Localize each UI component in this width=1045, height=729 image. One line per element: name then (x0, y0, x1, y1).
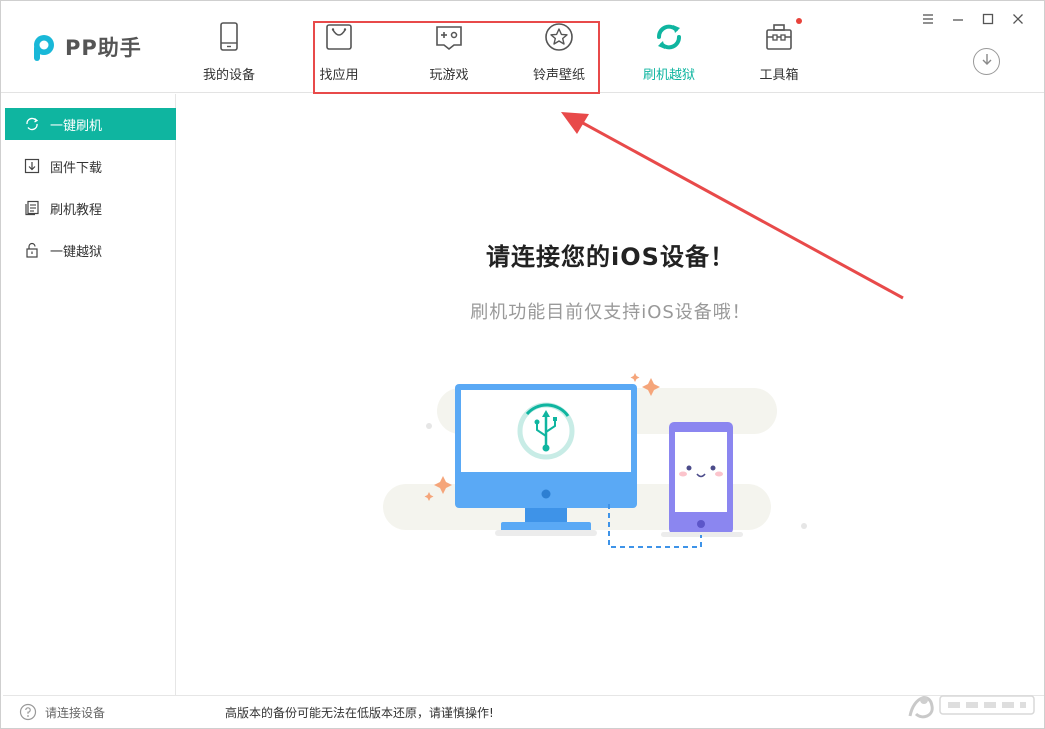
nav-ringtones-wallpapers[interactable]: 铃声壁纸 (514, 21, 604, 85)
nav-find-apps[interactable]: 找应用 (294, 21, 384, 85)
app-title: PP助手 (65, 32, 142, 62)
toolbox-icon (763, 21, 795, 53)
gamepad-icon (433, 21, 465, 53)
connect-device-illustration (377, 364, 827, 554)
page-subtitle: 刷机功能目前仅支持iOS设备哦！ (177, 298, 1044, 324)
status-bar: 请连接设备 高版本的备份可能无法在低版本还原，请谨慎操作! (3, 695, 1044, 728)
download-icon (23, 157, 41, 175)
page-title: 请连接您的iOS设备！ (177, 237, 1044, 272)
app-window: PP助手 我的设备 找应用 玩游戏 铃声 (0, 0, 1045, 729)
menu-icon[interactable] (920, 11, 936, 27)
unlock-icon (23, 241, 41, 259)
sidebar-item-label: 一键越狱 (50, 241, 102, 260)
document-icon (23, 199, 41, 217)
nav-label: 我的设备 (184, 64, 274, 83)
star-icon (543, 21, 575, 53)
minimize-icon[interactable] (950, 11, 966, 27)
download-icon (980, 52, 994, 71)
download-manager-button[interactable] (973, 48, 1000, 75)
nav-label: 刷机越狱 (624, 64, 714, 83)
nav-my-device[interactable]: 我的设备 (184, 21, 274, 85)
nav-label: 玩游戏 (404, 64, 494, 83)
maximize-icon[interactable] (980, 11, 996, 27)
nav-label: 工具箱 (734, 64, 824, 83)
nav-flash-jailbreak[interactable]: 刷机越狱 (624, 21, 714, 85)
sidebar-item-flash-tutorial[interactable]: 刷机教程 (5, 192, 176, 224)
sidebar-item-label: 固件下载 (50, 157, 102, 176)
window-controls (920, 11, 1026, 27)
refresh-icon (653, 21, 685, 53)
sidebar-item-one-click-flash[interactable]: 一键刷机 (5, 108, 176, 140)
sidebar: 一键刷机 固件下载 刷机教程 一键越狱 (3, 94, 176, 695)
refresh-icon (23, 115, 41, 133)
nav-label: 找应用 (294, 64, 384, 83)
notification-badge (796, 18, 802, 24)
sidebar-item-label: 刷机教程 (50, 199, 102, 218)
top-toolbar: PP助手 我的设备 找应用 玩游戏 铃声 (1, 1, 1044, 93)
sidebar-item-one-click-jailbreak[interactable]: 一键越狱 (5, 234, 176, 266)
nav-label: 铃声壁纸 (514, 64, 604, 83)
pp-logo-icon (31, 33, 59, 61)
nav-toolbox[interactable]: 工具箱 (734, 21, 824, 85)
main-content: 请连接您的iOS设备！ 刷机功能目前仅支持iOS设备哦！ (177, 94, 1044, 695)
nav-play-games[interactable]: 玩游戏 (404, 21, 494, 85)
connection-status: 请连接设备 (45, 704, 105, 721)
shopping-bag-icon (323, 21, 355, 53)
app-logo: PP助手 (31, 31, 142, 63)
phone-icon (213, 21, 245, 53)
sidebar-item-label: 一键刷机 (50, 115, 102, 134)
close-icon[interactable] (1010, 11, 1026, 27)
help-icon[interactable] (19, 703, 37, 721)
backup-warning: 高版本的备份可能无法在低版本还原，请谨慎操作! (225, 704, 494, 721)
sidebar-item-firmware-download[interactable]: 固件下载 (5, 150, 176, 182)
site-watermark-logo (902, 686, 1040, 724)
